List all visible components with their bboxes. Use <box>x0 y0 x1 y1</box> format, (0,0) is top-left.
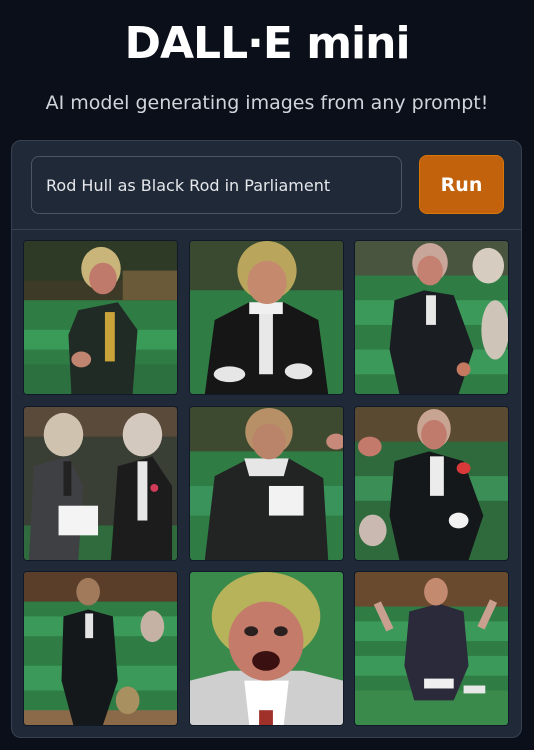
prompt-field[interactable] <box>31 156 402 214</box>
app-subtitle: AI model generating images from any prom… <box>45 92 489 114</box>
generated-image-4[interactable] <box>23 406 178 561</box>
generated-image-5[interactable] <box>189 406 344 561</box>
generated-image-6[interactable] <box>354 406 509 561</box>
app-title: DALL·E mini <box>124 18 410 69</box>
generated-image-9[interactable] <box>354 571 509 726</box>
run-button[interactable]: Run <box>419 155 504 214</box>
generated-image-7[interactable] <box>23 571 178 726</box>
generated-image-3[interactable] <box>354 240 509 395</box>
generated-image-8[interactable] <box>189 571 344 726</box>
main-panel: Run <box>11 140 522 738</box>
image-gallery <box>23 240 510 726</box>
divider <box>12 229 521 230</box>
generated-image-1[interactable] <box>23 240 178 395</box>
prompt-input[interactable] <box>32 157 401 213</box>
generated-image-2[interactable] <box>189 240 344 395</box>
